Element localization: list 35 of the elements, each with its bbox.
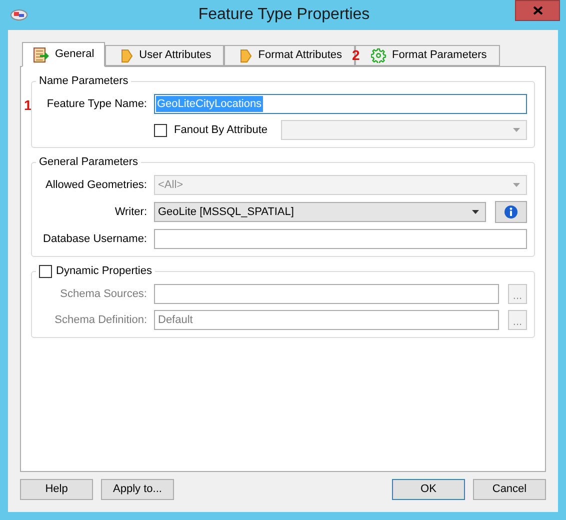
- info-icon: [504, 205, 518, 219]
- close-icon: [532, 6, 542, 15]
- tab[interactable]: General: [22, 42, 106, 67]
- checkbox[interactable]: [39, 264, 52, 278]
- checkbox[interactable]: [154, 124, 167, 136]
- dropdown-caret-icon: [472, 210, 479, 214]
- group-title: General Parameters: [39, 155, 138, 170]
- tag-icon: [240, 48, 252, 62]
- app-icon: [10, 8, 28, 22]
- checkbox-label: Dynamic Properties: [56, 264, 152, 279]
- field-label: Schema Sources:: [59, 286, 147, 302]
- text-field[interactable]: [154, 229, 527, 249]
- table-arrow-icon: [33, 46, 49, 62]
- field-label: Schema Definition:: [54, 312, 147, 328]
- dialog-button[interactable]: Cancel: [473, 479, 546, 500]
- dropdown-caret-icon: [513, 183, 520, 187]
- tab[interactable]: User Attributes: [105, 45, 224, 66]
- dialog-button[interactable]: Apply to...: [101, 479, 174, 500]
- annotation-number: 1: [24, 98, 32, 112]
- field-label: Feature Type Name:: [46, 96, 147, 112]
- field-label: Writer:: [114, 204, 147, 220]
- dropdown-caret-icon: [513, 128, 520, 132]
- dialog-button[interactable]: OK: [392, 479, 465, 500]
- checkbox-label: Fanout By Attribute: [174, 122, 268, 138]
- dialog-button[interactable]: Help: [20, 479, 93, 500]
- field-value: GeoLiteCityLocations: [156, 96, 263, 112]
- field-label: Allowed Geometries:: [44, 178, 147, 193]
- field-label: Database Username:: [42, 232, 147, 247]
- window-title: Feature Type Properties: [198, 5, 370, 25]
- close-button[interactable]: [515, 0, 560, 21]
- dropdown[interactable]: GeoLite [MSSQL_SPATIAL]: [154, 202, 486, 222]
- gear-icon: [371, 48, 386, 63]
- group-title: Name Parameters: [39, 74, 128, 89]
- info-button[interactable]: [495, 201, 527, 223]
- tag-icon: [121, 48, 134, 62]
